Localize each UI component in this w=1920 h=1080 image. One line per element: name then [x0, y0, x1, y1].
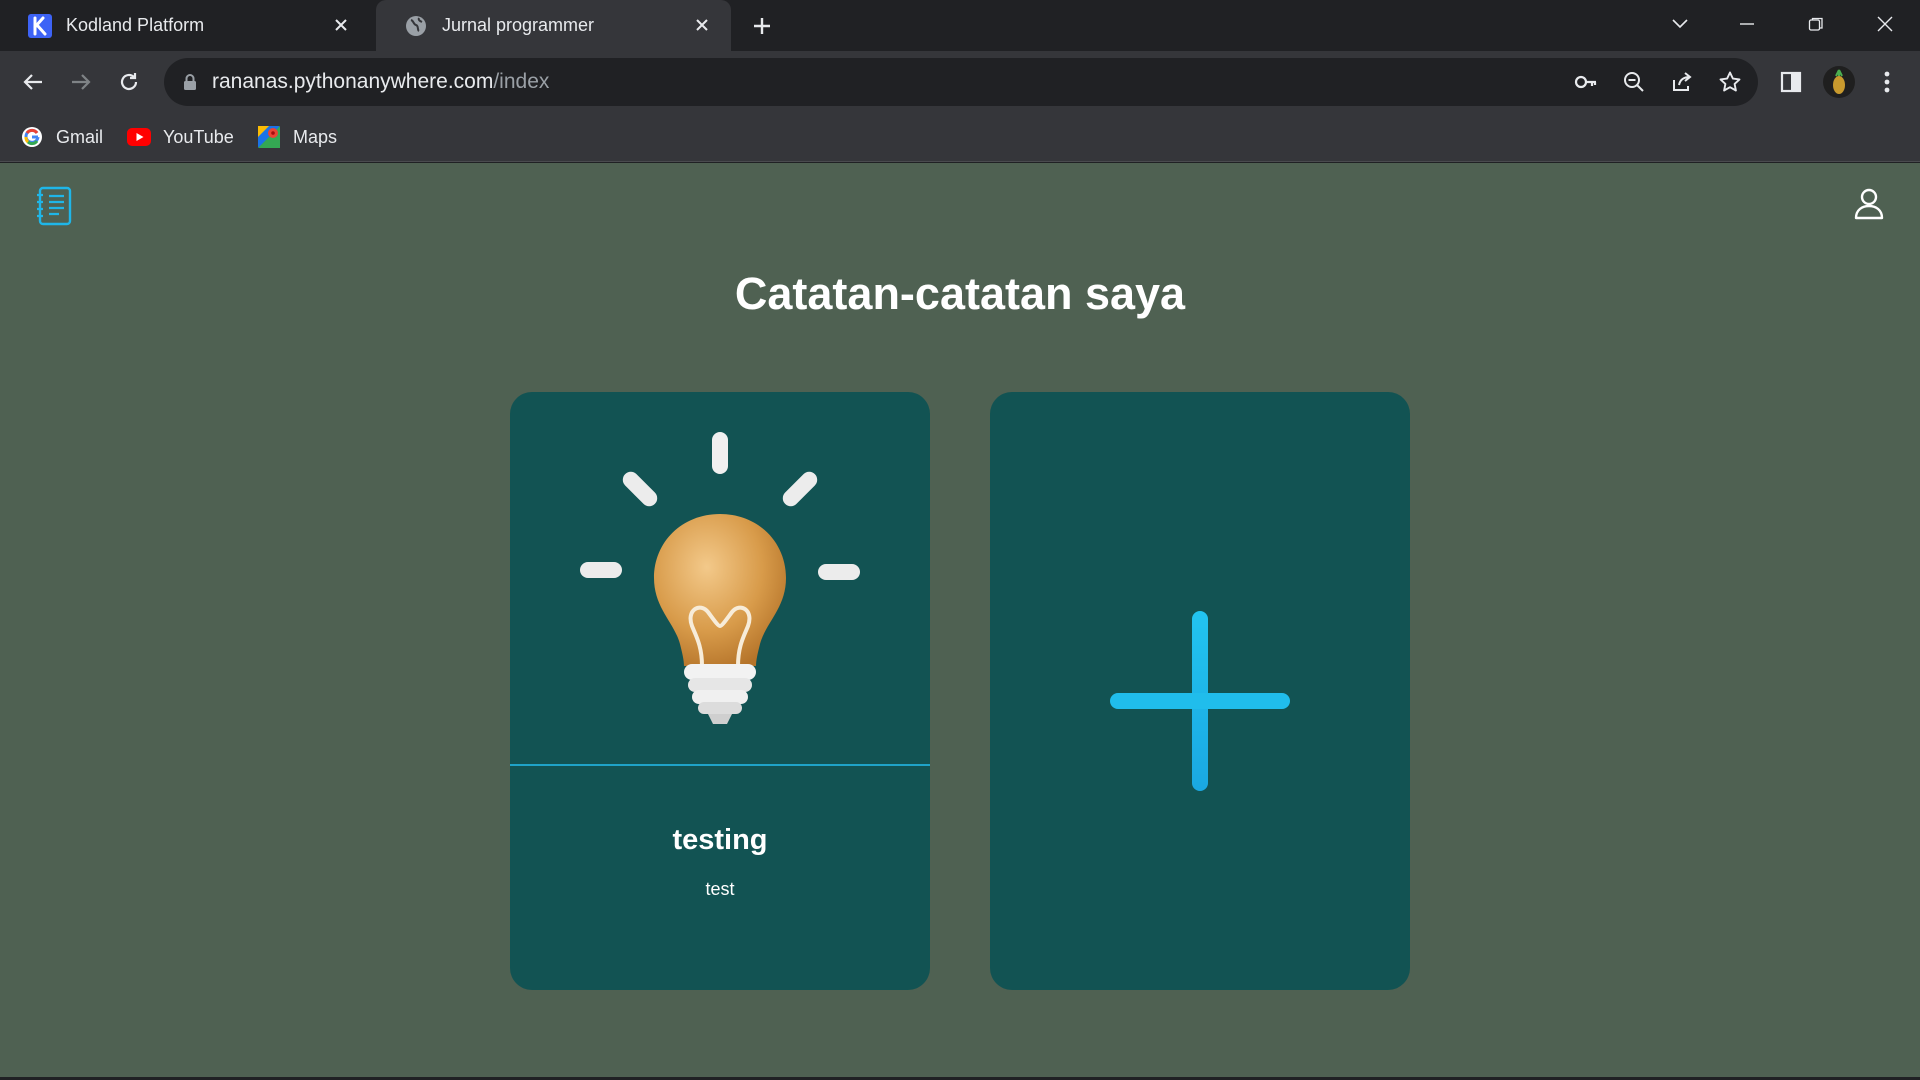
bookmark-label: Maps: [293, 126, 338, 147]
browser-toolbar: rananas.pythonanywhere.com/index: [0, 51, 1920, 112]
bookmark-label: YouTube: [163, 126, 234, 147]
google-icon: [20, 125, 44, 149]
bookmarks-bar: Gmail YouTube Maps: [0, 112, 1920, 162]
notebook-logo-icon[interactable]: [36, 185, 74, 227]
note-card[interactable]: testing test: [510, 392, 930, 990]
reload-button[interactable]: [112, 65, 146, 99]
close-icon: [1877, 16, 1893, 32]
card-divider: [510, 764, 930, 766]
side-panel-button[interactable]: [1774, 65, 1808, 99]
plus-icon: [1100, 601, 1300, 801]
tab-jurnal-programmer[interactable]: Jurnal programmer: [376, 0, 731, 51]
profile-avatar[interactable]: [1822, 65, 1856, 99]
tab-title: Kodland Platform: [66, 15, 205, 35]
url-path: /index: [493, 70, 550, 93]
bookmark-youtube[interactable]: YouTube: [127, 122, 234, 152]
note-title: testing: [672, 824, 768, 856]
youtube-icon: [127, 125, 151, 149]
url-domain: rananas.pythonanywhere.com: [212, 70, 494, 93]
tab-search-button[interactable]: [1662, 8, 1698, 40]
lightbulb-icon: [560, 432, 880, 732]
zoom-out-icon: [1624, 72, 1644, 92]
minimize-icon: [1740, 23, 1754, 25]
password-key-button[interactable]: [1572, 69, 1600, 95]
reload-icon: [120, 73, 138, 91]
bookmark-maps[interactable]: Maps: [257, 122, 337, 152]
close-tab-icon[interactable]: [328, 12, 354, 38]
bookmark-gmail[interactable]: Gmail: [20, 122, 103, 152]
key-icon: [1574, 75, 1597, 89]
tab-kodland-platform[interactable]: Kodland Platform: [0, 0, 370, 51]
plus-icon: [754, 18, 770, 34]
add-note-card[interactable]: [990, 392, 1410, 990]
browser-menu-button[interactable]: [1870, 65, 1904, 99]
share-icon: [1673, 72, 1692, 91]
star-icon: [1719, 71, 1741, 92]
lock-icon: [184, 74, 196, 90]
address-bar[interactable]: rananas.pythonanywhere.com/index: [164, 58, 1758, 106]
browser-tab-strip: Kodland Platform Jurnal programmer: [0, 0, 1920, 51]
arrow-right-icon: [72, 74, 91, 90]
restore-window-button[interactable]: [1798, 8, 1834, 40]
globe-icon: [404, 14, 428, 38]
arrow-left-icon: [23, 74, 42, 90]
zoom-button[interactable]: [1620, 69, 1648, 95]
kebab-menu-icon: [1884, 71, 1890, 93]
share-button[interactable]: [1668, 69, 1696, 95]
avatar-icon: [1823, 66, 1855, 98]
new-tab-button[interactable]: [748, 12, 776, 40]
close-tab-icon[interactable]: [689, 12, 715, 38]
back-button[interactable]: [16, 65, 50, 99]
bookmark-label: Gmail: [56, 126, 104, 147]
user-profile-icon[interactable]: [1852, 187, 1886, 221]
page-content: Catatan-catatan saya testing test: [0, 163, 1920, 1080]
url-text: rananas.pythonanywhere.com/index: [212, 58, 549, 106]
kodland-k-icon: [28, 13, 52, 38]
side-panel-icon: [1780, 71, 1802, 93]
close-window-button[interactable]: [1867, 8, 1903, 40]
chevron-down-icon: [1672, 19, 1688, 29]
forward-button[interactable]: [64, 65, 98, 99]
minimize-window-button[interactable]: [1729, 8, 1765, 40]
restore-icon: [1808, 17, 1823, 31]
maps-icon: [257, 125, 281, 149]
page-title: Catatan-catatan saya: [734, 268, 1186, 319]
tab-title: Jurnal programmer: [442, 15, 595, 35]
note-text: test: [705, 879, 735, 899]
bookmark-star-button[interactable]: [1716, 69, 1744, 95]
